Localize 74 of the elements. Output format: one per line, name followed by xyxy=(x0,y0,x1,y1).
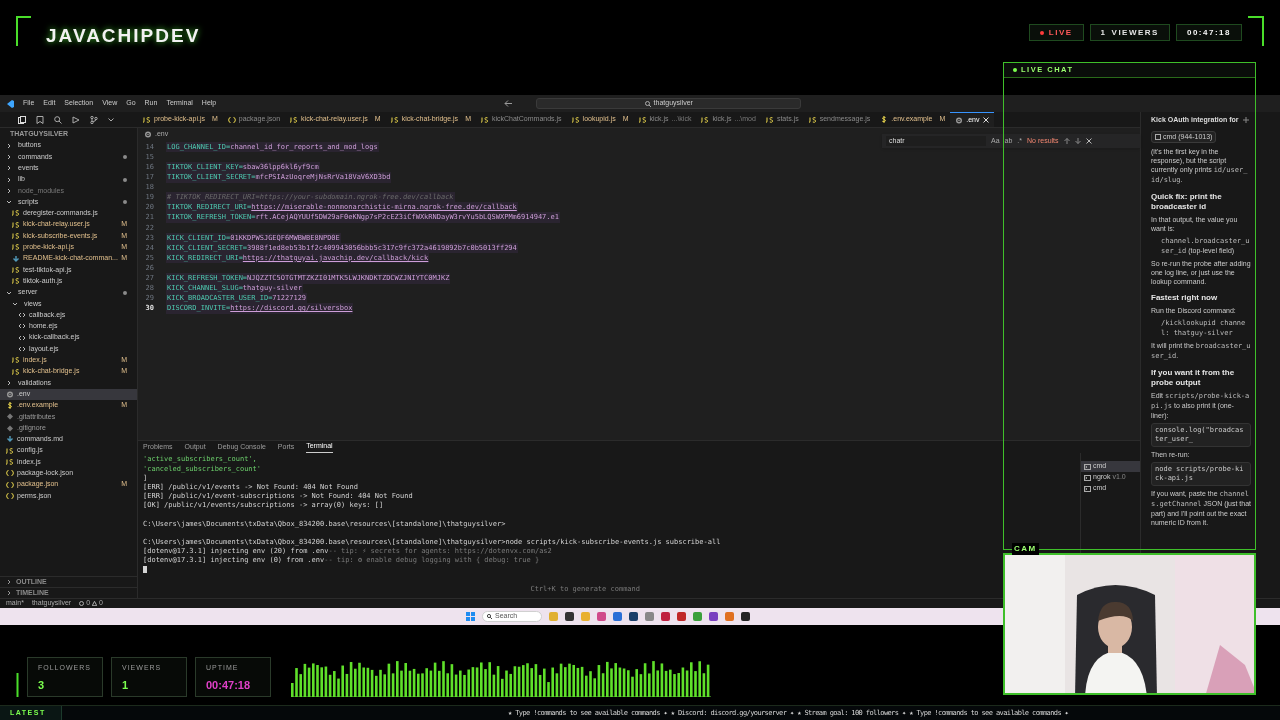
debug-icon xyxy=(72,115,80,124)
dollar-icon xyxy=(6,401,14,409)
search-icon xyxy=(487,614,492,619)
close-icon xyxy=(1085,138,1092,144)
source-control-icon xyxy=(90,115,98,124)
chat-heading: Quick fix: print the broadcaster id xyxy=(1151,192,1223,212)
js-file-icon xyxy=(12,244,20,251)
js-file-icon xyxy=(638,116,647,123)
files-icon xyxy=(18,115,26,124)
chevron-down-icon xyxy=(108,117,114,122)
terminal-icon xyxy=(1084,474,1091,481)
js-file-icon xyxy=(701,116,710,123)
code-file-icon xyxy=(18,312,26,319)
back-arrow-icon xyxy=(504,100,514,107)
stat-value: 00:47:18 xyxy=(206,677,252,693)
json-file-icon xyxy=(6,470,14,477)
error-icon xyxy=(79,601,85,606)
js-file-icon xyxy=(571,116,580,123)
timer-text: 00:47:18 xyxy=(1186,26,1231,39)
js-file-icon xyxy=(765,116,774,123)
badge-text: VIEWERS xyxy=(1111,26,1159,39)
js-file-icon xyxy=(12,233,20,239)
json-file-icon xyxy=(6,481,14,488)
app-logo-icon xyxy=(6,99,14,108)
bookmark-icon xyxy=(36,115,44,124)
js-file-icon xyxy=(12,266,20,273)
terminal-cursor xyxy=(143,566,147,574)
js-file-icon xyxy=(12,368,20,375)
chevron-down-icon xyxy=(6,199,12,206)
js-file-icon xyxy=(6,447,14,454)
chat-heading: Fastest right now xyxy=(1151,293,1219,303)
js-file-icon xyxy=(6,458,14,465)
terminal-icon xyxy=(1084,485,1091,492)
gear-icon xyxy=(955,116,964,124)
js-file-icon xyxy=(12,278,20,285)
viewer-count: 1 xyxy=(1100,26,1107,39)
windows-logo-icon xyxy=(466,612,475,621)
plus-icon xyxy=(1242,117,1249,123)
up-arrow-icon xyxy=(1063,138,1070,144)
badge-text: LIVE xyxy=(1048,26,1073,39)
js-file-icon xyxy=(480,116,489,123)
js-file-icon xyxy=(12,210,20,217)
stat-value: 1 xyxy=(122,677,130,693)
terminal-icon xyxy=(1155,134,1161,140)
down-arrow-icon xyxy=(1074,138,1081,144)
warning-icon xyxy=(92,601,98,606)
code-file-icon xyxy=(18,334,26,341)
download-file-icon xyxy=(6,436,14,443)
js-file-icon xyxy=(390,116,399,123)
brand-logo: JAVACHIPDEV xyxy=(46,24,201,48)
corner-bracket-icon xyxy=(1248,16,1264,46)
download-file-icon xyxy=(12,255,20,262)
edge-mark-icon xyxy=(16,673,19,697)
js-file-icon xyxy=(12,357,20,364)
js-file-icon xyxy=(143,116,151,123)
gear-icon xyxy=(6,390,14,398)
camera-label: CAM xyxy=(1012,543,1039,555)
json-file-icon xyxy=(227,116,236,123)
code-file-icon xyxy=(18,346,26,352)
close-icon xyxy=(982,117,989,123)
chat-heading: If you want it from the probe output xyxy=(1151,368,1236,388)
search-icon xyxy=(644,100,651,107)
code-file-icon xyxy=(18,323,26,330)
corner-bracket-icon xyxy=(16,16,32,46)
stat-value: 3 xyxy=(38,677,46,693)
search-icon xyxy=(54,115,62,124)
js-file-icon xyxy=(290,116,299,123)
chevron-right-icon xyxy=(6,379,12,386)
terminal-icon xyxy=(1084,463,1091,470)
dollar-icon xyxy=(880,116,889,123)
gear-icon xyxy=(144,130,152,138)
json-file-icon xyxy=(6,492,14,499)
js-file-icon xyxy=(808,116,817,123)
js-file-icon xyxy=(12,221,20,228)
